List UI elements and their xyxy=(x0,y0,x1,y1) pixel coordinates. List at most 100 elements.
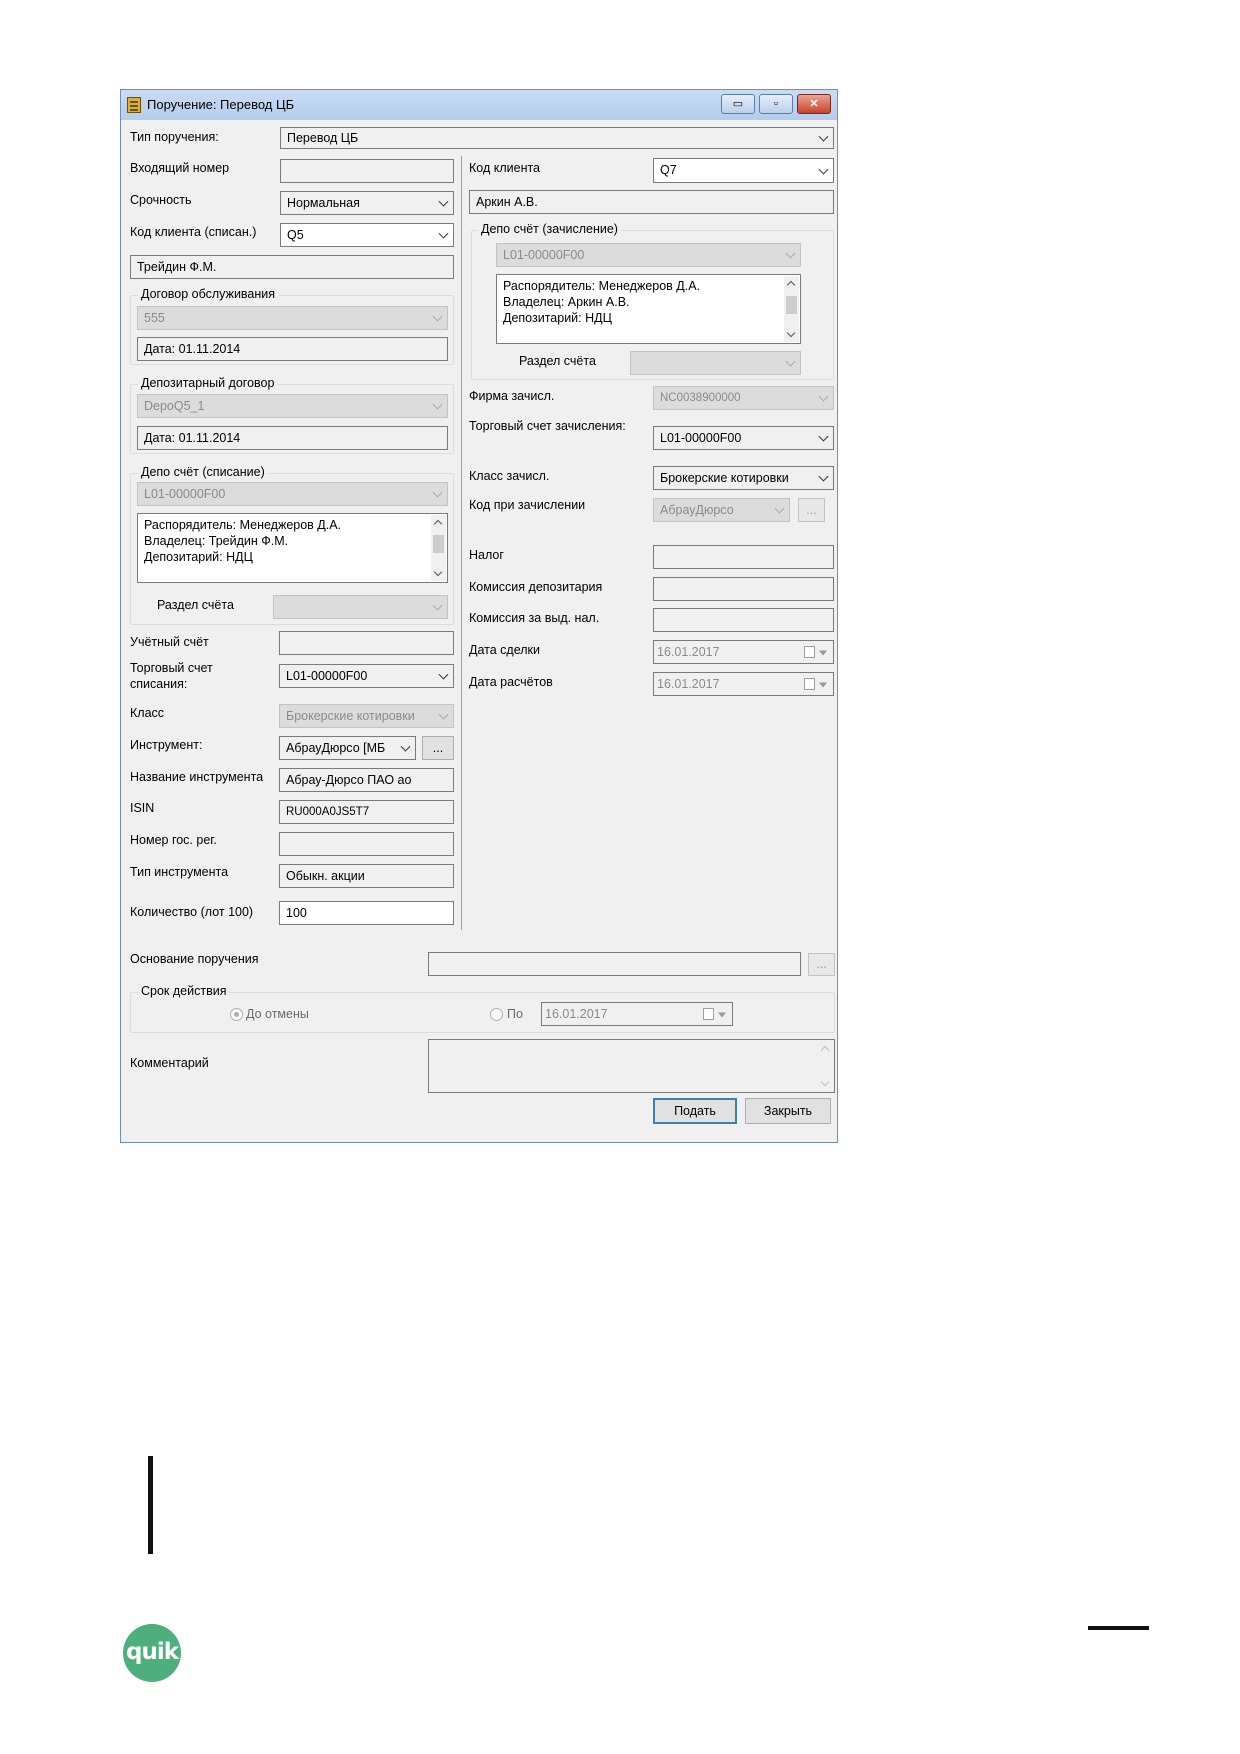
depo-account-credit-info[interactable]: Распорядитель: Менеджеров Д.А. Владелец:… xyxy=(496,274,801,344)
trade-date-picker[interactable]: 16.01.2017 xyxy=(653,640,834,664)
chevron-down-icon xyxy=(432,399,443,410)
close-window-button[interactable]: ✕ xyxy=(797,94,831,114)
section-debit-select xyxy=(273,595,448,619)
service-contract-select: 555 xyxy=(137,306,448,330)
code-credit-more-button: ... xyxy=(798,498,825,522)
basis-more-button: ... xyxy=(808,953,835,976)
instrument-select[interactable]: АбрауДюрсо [МБ xyxy=(279,736,416,760)
scroll-down-icon[interactable] xyxy=(433,567,443,577)
scroll-down-icon[interactable] xyxy=(786,328,796,338)
section-credit-label: Раздел счёта xyxy=(519,354,596,368)
vertical-scrollbar[interactable] xyxy=(818,1041,833,1091)
quantity-input[interactable]: 100 xyxy=(279,901,454,925)
chevron-down-icon xyxy=(400,741,411,752)
submit-button[interactable]: Подать xyxy=(653,1098,737,1124)
client-code-select[interactable]: Q7 xyxy=(653,158,834,183)
trade-account-debit-label-2: списания: xyxy=(130,677,188,691)
scroll-thumb[interactable] xyxy=(786,296,797,314)
vertical-scrollbar[interactable] xyxy=(431,515,446,581)
chevron-down-icon xyxy=(432,600,443,611)
info-line: Депозитарий: НДЦ xyxy=(144,550,253,564)
settlement-date-label: Дата расчётов xyxy=(469,675,553,689)
trade-account-credit-select[interactable]: L01-00000F00 xyxy=(653,426,834,450)
client-code-value: Q7 xyxy=(660,163,677,177)
dropdown-arrow-icon[interactable] xyxy=(819,682,827,688)
calendar-icon[interactable] xyxy=(804,678,815,690)
code-credit-label: Код при зачислении xyxy=(469,498,586,512)
tax-label: Налог xyxy=(469,548,504,562)
class-credit-label: Класс зачисл. xyxy=(469,469,550,483)
class-label: Класс xyxy=(130,706,165,720)
isin-field: RU000A0JS5T7 xyxy=(279,800,454,824)
urgency-select[interactable]: Нормальная xyxy=(280,191,454,215)
chevron-down-icon xyxy=(432,311,443,322)
depo-contract-date: Дата: 01.11.2014 xyxy=(137,426,448,450)
class-value: Брокерские котировки xyxy=(286,709,415,723)
urgency-value: Нормальная xyxy=(287,196,360,210)
accounting-account-input[interactable] xyxy=(279,631,454,655)
window-title: Поручение: Перевод ЦБ xyxy=(147,97,295,112)
until-date-radio[interactable] xyxy=(490,1008,503,1021)
instrument-label: Инструмент: xyxy=(130,738,203,752)
comment-textarea[interactable] xyxy=(428,1039,835,1093)
footer-rule xyxy=(1088,1626,1149,1630)
client-code-debit-value: Q5 xyxy=(287,228,304,242)
scroll-down-icon[interactable] xyxy=(820,1077,830,1087)
until-date-picker: 16.01.2017 xyxy=(541,1002,733,1026)
client-code-debit-label: Код клиента (списан.) xyxy=(130,225,257,239)
title-bar[interactable]: Поручение: Перевод ЦБ ▭ ▫ ✕ xyxy=(121,90,837,120)
scroll-up-icon[interactable] xyxy=(786,280,796,290)
depo-account-debit-select: L01-00000F00 xyxy=(137,482,448,506)
chevron-down-icon xyxy=(818,391,829,402)
chevron-down-icon xyxy=(774,503,785,514)
class-credit-select[interactable]: Брокерские котировки xyxy=(653,466,834,490)
scroll-up-icon[interactable] xyxy=(433,519,443,529)
scroll-thumb[interactable] xyxy=(433,535,444,553)
chevron-down-icon xyxy=(818,131,829,142)
vertical-scrollbar[interactable] xyxy=(784,276,799,342)
info-line: Распорядитель: Менеджеров Д.А. xyxy=(144,518,342,532)
until-cancel-radio[interactable] xyxy=(230,1008,243,1021)
calendar-icon[interactable] xyxy=(804,646,815,658)
service-contract-date: Дата: 01.11.2014 xyxy=(137,337,448,361)
comment-label: Комментарий xyxy=(130,1056,209,1070)
chevron-down-icon xyxy=(785,356,796,367)
incoming-number-input[interactable] xyxy=(280,159,454,183)
instrument-more-button[interactable]: ... xyxy=(422,736,454,760)
dropdown-arrow-icon[interactable] xyxy=(819,650,827,656)
firm-credit-select: NC0038900000 xyxy=(653,386,834,410)
depo-account-credit-title: Депо счёт (зачисление) xyxy=(478,222,621,236)
info-line: Распорядитель: Менеджеров Д.А. xyxy=(503,279,701,293)
validity-title: Срок действия xyxy=(138,984,230,998)
order-type-value: Перевод ЦБ xyxy=(287,131,359,145)
chevron-down-icon xyxy=(438,228,449,239)
instrument-value: АбрауДюрсо [МБ xyxy=(286,741,386,755)
client-name-field: Аркин А.В. xyxy=(469,190,834,214)
section-debit-label: Раздел счёта xyxy=(157,598,234,612)
close-button[interactable]: Закрыть xyxy=(745,1098,831,1124)
settlement-date-picker[interactable]: 16.01.2017 xyxy=(653,672,834,696)
depo-account-debit-info[interactable]: Распорядитель: Менеджеров Д.А. Владелец:… xyxy=(137,513,448,583)
basis-label: Основание поручения xyxy=(130,952,259,966)
client-name-debit-field: Трейдин Ф.М. xyxy=(130,255,454,279)
chevron-down-icon xyxy=(785,248,796,259)
minimize-button[interactable]: ▭ xyxy=(721,94,755,114)
dropdown-arrow-icon xyxy=(718,1012,726,1018)
scroll-up-icon[interactable] xyxy=(820,1045,830,1055)
state-reg-field xyxy=(279,832,454,856)
code-credit-value: АбрауДюрсо xyxy=(660,503,734,517)
depo-account-debit-value: L01-00000F00 xyxy=(144,487,226,501)
basis-input[interactable] xyxy=(428,952,801,976)
maximize-button[interactable]: ▫ xyxy=(759,94,793,114)
instrument-type-label: Тип инструмента xyxy=(130,865,229,879)
order-type-select[interactable]: Перевод ЦБ xyxy=(280,127,834,149)
order-dialog: Поручение: Перевод ЦБ ▭ ▫ ✕ Тип поручени… xyxy=(120,89,838,1143)
client-code-debit-select[interactable]: Q5 xyxy=(280,223,454,247)
trade-account-debit-select[interactable]: L01-00000F00 xyxy=(279,664,454,688)
client-code-label: Код клиента xyxy=(469,161,541,175)
info-line: Депозитарий: НДЦ xyxy=(503,311,612,325)
state-reg-label: Номер гос. рег. xyxy=(130,833,217,847)
firm-credit-label: Фирма зачисл. xyxy=(469,389,555,403)
depo-commission-field xyxy=(653,577,834,601)
depo-commission-label: Комиссия депозитария xyxy=(469,580,603,594)
